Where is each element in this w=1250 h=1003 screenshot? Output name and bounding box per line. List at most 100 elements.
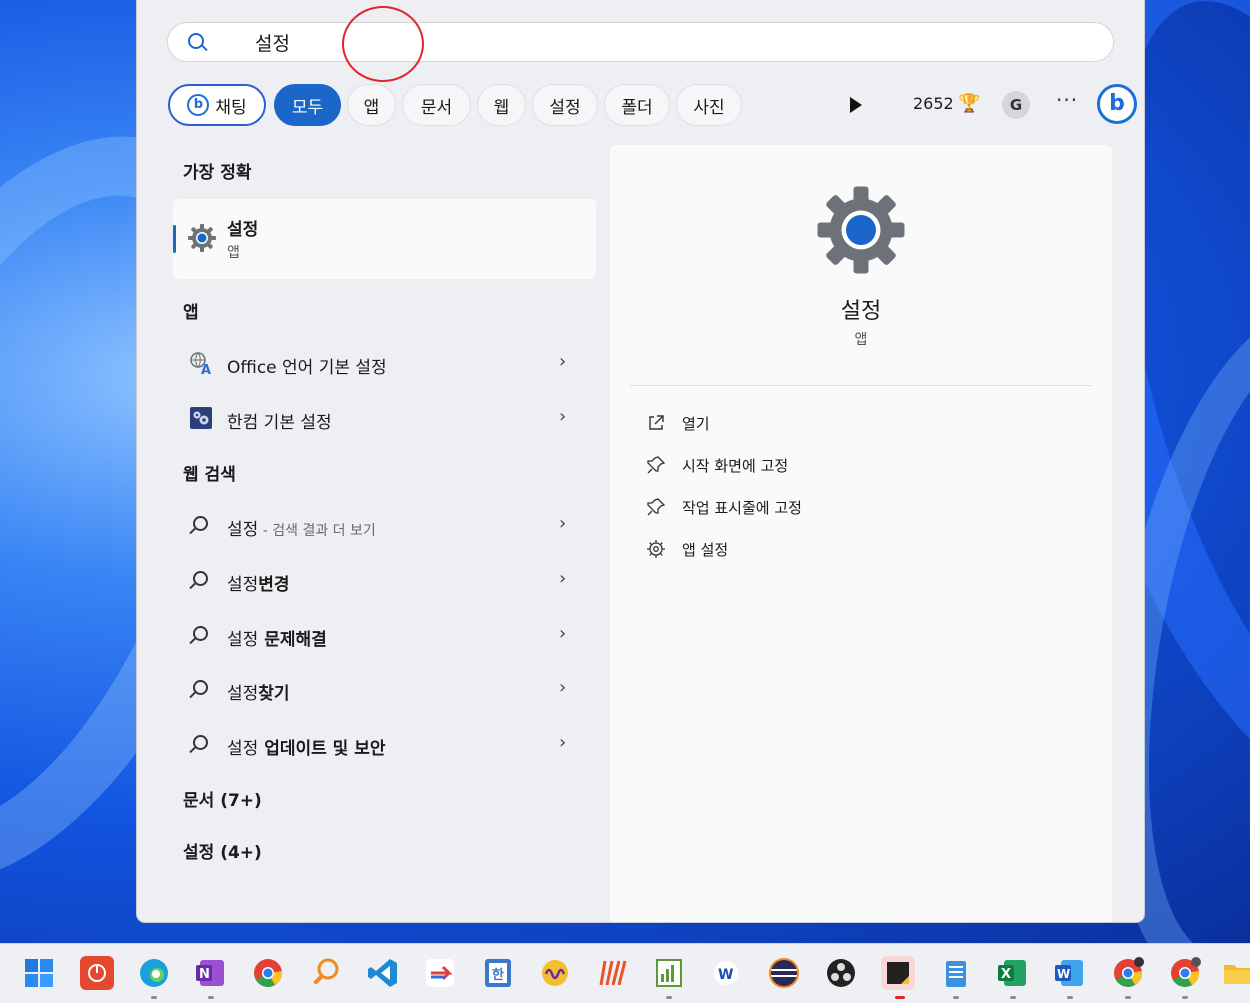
tab-label: 폴더: [621, 97, 653, 118]
word-icon[interactable]: W: [1053, 956, 1087, 990]
tab-apps[interactable]: 앱: [347, 84, 396, 126]
search-icon: [193, 571, 208, 586]
tab-label: 사진: [693, 97, 725, 118]
gear-icon: [647, 540, 665, 558]
settings-gear-icon: [188, 224, 216, 252]
app-settings-action[interactable]: 앱 설정: [646, 535, 1066, 565]
chart-app-icon[interactable]: [652, 956, 686, 990]
web-result-2[interactable]: 설정변경 ›: [173, 556, 596, 604]
apps-header: 앱: [183, 303, 199, 323]
detail-subtitle: 앱: [854, 332, 868, 348]
best-match-header: 가장 정확: [183, 163, 252, 183]
writer-app-icon[interactable]: W: [709, 956, 743, 990]
search-panel: b 채팅 모두 앱 문서 웹 설정 폴더 사진 2652 🏆 G ··· b 가…: [137, 0, 1144, 922]
pin-to-start-action[interactable]: 시작 화면에 고정: [646, 451, 1066, 481]
tab-web[interactable]: 웹: [477, 84, 526, 126]
chevron-right-icon[interactable]: ›: [559, 677, 566, 698]
detail-title: 설정: [840, 299, 882, 324]
search-icon: [188, 33, 204, 49]
onenote-icon[interactable]: N: [194, 956, 228, 990]
running-indicator: [1067, 996, 1073, 999]
office-language-icon: A: [190, 352, 211, 375]
start-button[interactable]: [22, 956, 56, 990]
tab-label: 모두: [291, 97, 324, 118]
chevron-right-icon[interactable]: ›: [559, 351, 566, 372]
hancom-app-icon[interactable]: 한: [481, 956, 515, 990]
chevron-right-icon[interactable]: ›: [559, 623, 566, 644]
avatar[interactable]: G: [1002, 91, 1030, 119]
svg-text:한: 한: [492, 967, 504, 983]
best-match-item[interactable]: 설정 앱: [173, 199, 596, 279]
tab-settings[interactable]: 설정: [532, 84, 598, 126]
running-indicator: [1125, 996, 1131, 999]
pin-to-taskbar-action[interactable]: 작업 표시줄에 고정: [646, 493, 1066, 523]
best-match-subtitle: 앱: [227, 245, 240, 261]
running-indicator: [151, 996, 157, 999]
web-result-query: 설정: [227, 739, 259, 759]
chrome-icon[interactable]: [251, 956, 285, 990]
search-input[interactable]: [255, 31, 855, 53]
search-icon: [193, 735, 208, 750]
web-result-5[interactable]: 설정 업데이트 및 보안 ›: [173, 720, 596, 768]
more-options-icon[interactable]: ···: [1056, 88, 1078, 112]
web-result-4[interactable]: 설정찾기 ›: [173, 665, 596, 713]
bing-copilot-icon[interactable]: b: [1097, 84, 1137, 124]
taskbar: N 한 W X W: [0, 943, 1250, 1003]
web-result-1[interactable]: 설정 - 검색 결과 더 보기 ›: [173, 501, 596, 549]
chevron-right-icon[interactable]: ›: [559, 568, 566, 589]
bing-chat-icon: b: [187, 94, 210, 116]
chevron-right-icon[interactable]: ›: [559, 732, 566, 753]
web-result-query: 설정: [227, 630, 259, 650]
eclipse-icon[interactable]: [767, 956, 801, 990]
arrow-app-icon[interactable]: [423, 956, 457, 990]
chrome-profile-icon[interactable]: [1168, 956, 1202, 990]
search-icon: [193, 626, 208, 641]
action-label: 시작 화면에 고정: [682, 457, 789, 475]
app-result-hancom-settings[interactable]: 한컴 기본 설정 ›: [173, 394, 596, 442]
chevron-right-icon[interactable]: ›: [559, 406, 566, 427]
tab-photos[interactable]: 사진: [676, 84, 742, 126]
play-icon[interactable]: [850, 97, 862, 113]
vscode-icon[interactable]: [366, 956, 400, 990]
wave-app-icon[interactable]: [538, 956, 572, 990]
selection-indicator: [173, 225, 176, 253]
tab-documents[interactable]: 문서: [402, 84, 471, 126]
settings-header[interactable]: 설정 (4+): [183, 838, 262, 863]
web-result-label: 설정 - 검색 결과 더 보기: [227, 515, 376, 540]
tab-folders[interactable]: 폴더: [604, 84, 670, 126]
medal-icon[interactable]: 🏆: [958, 93, 980, 114]
running-indicator: [953, 996, 959, 999]
chat-button[interactable]: b 채팅: [168, 84, 266, 126]
web-search-header: 웹 검색: [183, 465, 236, 485]
running-indicator: [1182, 996, 1188, 999]
web-result-suggestion: 문제해결: [258, 630, 327, 650]
file-explorer-icon[interactable]: [1222, 956, 1250, 990]
obs-icon[interactable]: [824, 956, 858, 990]
app-result-label: 한컴 기본 설정: [227, 413, 332, 433]
web-result-3[interactable]: 설정 문제해결 ›: [173, 611, 596, 659]
app-result-office-language[interactable]: A Office 언어 기본 설정 ›: [173, 339, 596, 387]
chrome-profile-icon[interactable]: [1111, 956, 1145, 990]
documents-header[interactable]: 문서 (7+): [183, 786, 262, 811]
open-external-icon: [649, 415, 664, 430]
sticky-notes-icon[interactable]: [881, 956, 915, 990]
tab-label: 문서: [420, 97, 453, 118]
chevron-right-icon[interactable]: ›: [559, 513, 566, 534]
active-indicator: [895, 996, 905, 999]
running-indicator: [208, 996, 214, 999]
web-result-query: 설정: [227, 520, 259, 540]
web-result-suggestion: 찾기: [258, 684, 290, 704]
best-match-title: 설정: [227, 220, 259, 240]
excel-icon[interactable]: X: [996, 956, 1030, 990]
notepad-icon[interactable]: [939, 956, 973, 990]
app-result-label: Office 언어 기본 설정: [227, 358, 387, 378]
action-label: 작업 표시줄에 고정: [682, 499, 802, 517]
open-action[interactable]: 열기: [646, 409, 1066, 439]
edge-icon[interactable]: [137, 956, 171, 990]
power-app-icon[interactable]: [80, 956, 114, 990]
web-result-query: 설정: [227, 684, 259, 704]
search-box[interactable]: [167, 22, 1114, 62]
search-app-icon[interactable]: [309, 956, 343, 990]
stripes-app-icon[interactable]: [595, 956, 629, 990]
tab-all[interactable]: 모두: [274, 84, 341, 126]
